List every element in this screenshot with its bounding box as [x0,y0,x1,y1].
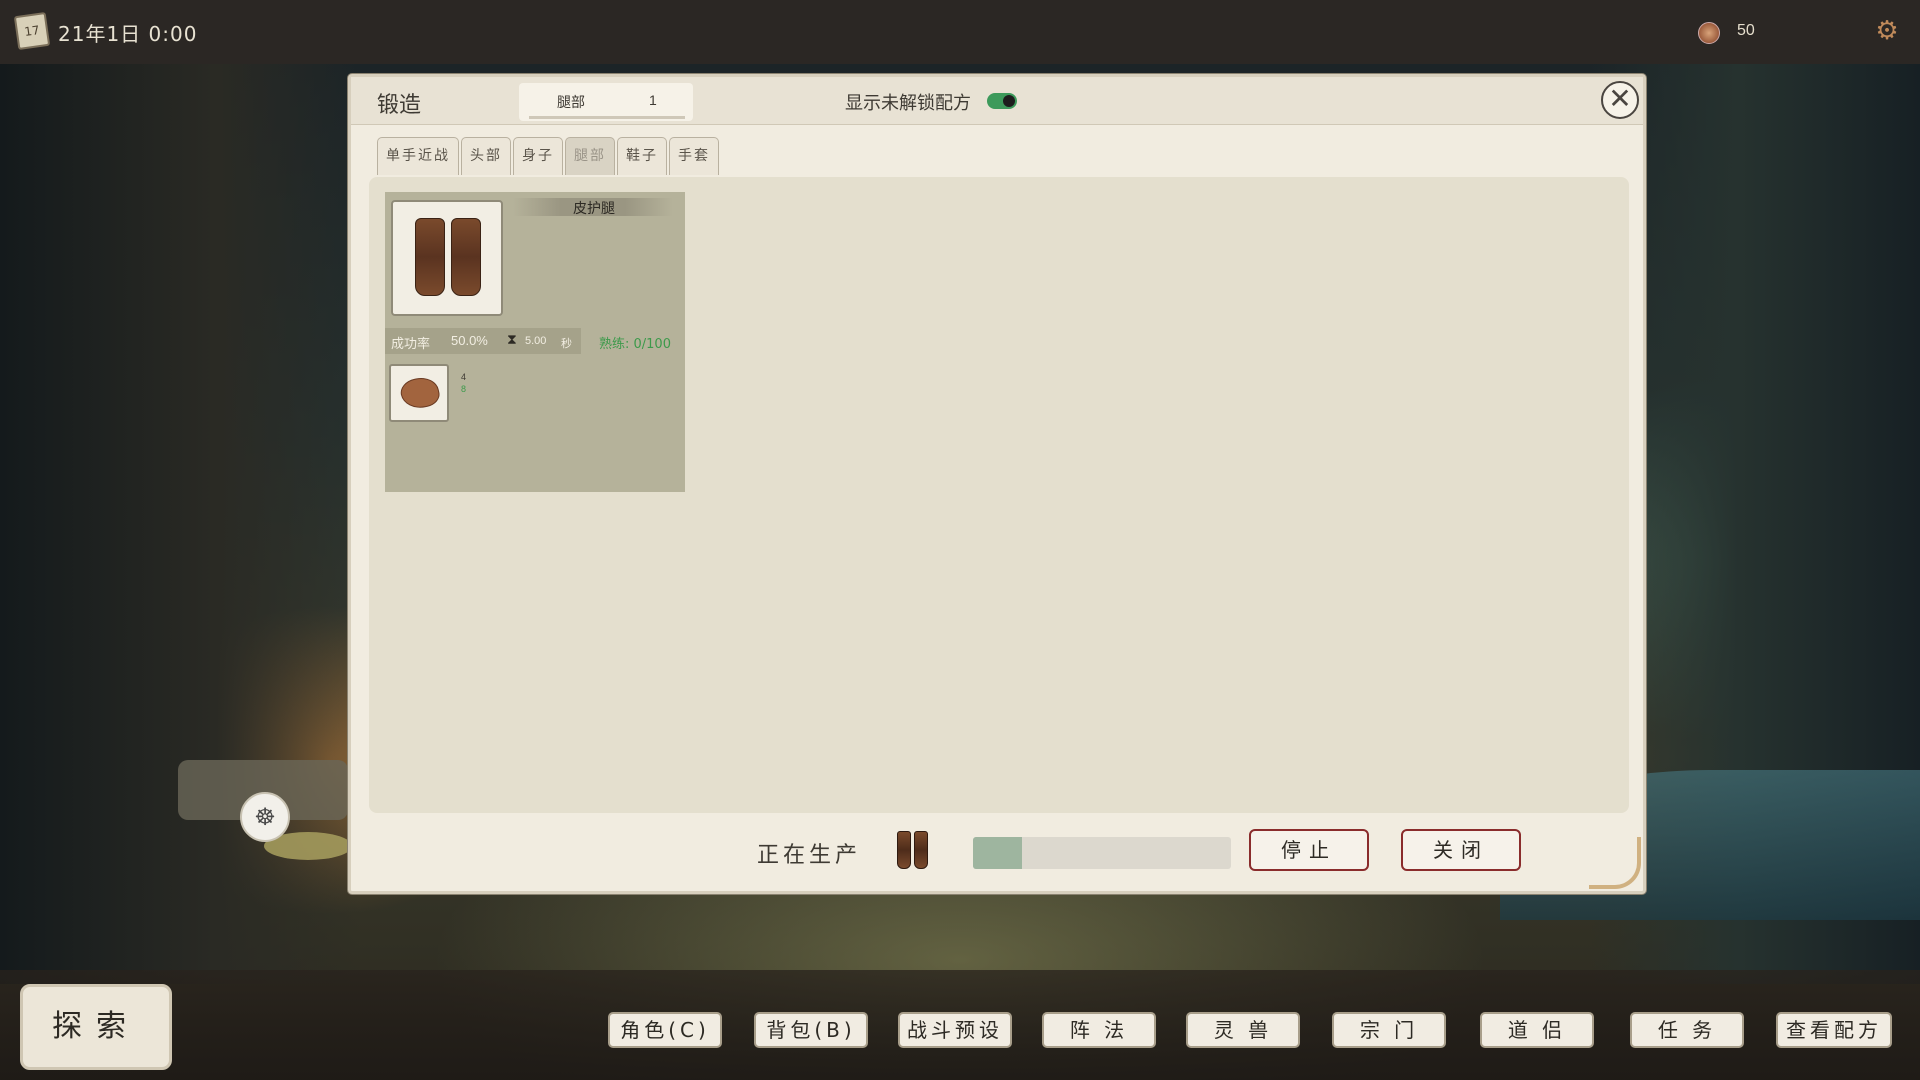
success-rate-label: 成功率 [391,337,431,352]
show-locked-label: 显示未解锁配方 [845,93,971,114]
recipe-card[interactable]: 皮护腿 成功率 50.0% ⧗ 5.00 秒 熟练: 0/100 4 8 [385,192,685,492]
character-button[interactable]: 角色(C) [608,1012,722,1048]
success-rate-value: 50.0% [451,333,488,348]
leather-greaves-icon [413,218,485,298]
forging-dialog: 锻造 腿部 1 显示未解锁配方 ✕ 单手近战 头部 身子 腿部 鞋子 手套 皮护… [348,74,1646,894]
material-owned: 8 [461,384,467,394]
filter-label: 腿部 [557,95,585,111]
tab-shoes[interactable]: 鞋子 [617,137,667,175]
filter-underline [529,116,685,119]
meditate-icon[interactable]: ☸ [240,792,290,842]
leather-material-icon [398,374,442,412]
sect-button[interactable]: 宗 门 [1332,1012,1446,1048]
dialog-header: 锻造 腿部 1 显示未解锁配方 ✕ [351,77,1643,125]
recipe-name: 皮护腿 [573,201,615,217]
craft-time-unit: 秒 [561,337,572,350]
battle-preset-button[interactable]: 战斗预设 [898,1012,1012,1048]
game-date-time: 21年1日 0:00 [58,22,198,46]
production-progress-bar [973,837,1231,869]
item-slot[interactable] [391,200,503,316]
show-locked-toggle[interactable] [987,93,1017,109]
category-filter[interactable]: 腿部 1 [519,83,693,121]
filter-count: 1 [649,92,657,108]
tab-body[interactable]: 身子 [513,137,563,175]
close-button[interactable]: 关闭 [1401,829,1521,871]
currency-icon [1698,22,1720,44]
progress-fill [973,837,1023,869]
recipe-stats: 成功率 50.0% ⧗ 5.00 秒 [385,328,581,354]
craft-time-value: 5.00 [525,335,547,347]
tab-gloves[interactable]: 手套 [669,137,719,175]
tab-head[interactable]: 头部 [461,137,511,175]
calendar-icon[interactable]: 17 [13,11,51,51]
quest-button[interactable]: 任 务 [1630,1012,1744,1048]
stop-button[interactable]: 停止 [1249,829,1369,871]
material-required: 4 [461,372,467,382]
category-tabs: 单手近战 头部 身子 腿部 鞋子 手套 [377,137,719,175]
producing-label: 正在生产 [757,843,862,868]
producing-greaves-icon [897,831,929,869]
inventory-button[interactable]: 背包(B) [754,1012,868,1048]
currency-value: 50 [1737,22,1755,39]
top-bar: 17 21年1日 0:00 50 ⚙ [0,0,1920,64]
settings-gear-icon[interactable]: ⚙ [1874,18,1900,44]
view-recipes-button[interactable]: 查看配方 [1776,1012,1892,1048]
explore-button[interactable]: 探索 [20,984,172,1070]
dao-companion-button[interactable]: 道 侣 [1480,1012,1594,1048]
mastery-progress: 熟练: 0/100 [599,337,671,352]
corner-ornament [1589,837,1641,889]
recipe-list: 皮护腿 成功率 50.0% ⧗ 5.00 秒 熟练: 0/100 4 8 [369,177,1629,813]
formation-button[interactable]: 阵 法 [1042,1012,1156,1048]
hourglass-icon: ⧗ [507,332,517,348]
material-slot[interactable] [389,364,449,422]
spirit-beast-button[interactable]: 灵 兽 [1186,1012,1300,1048]
toggle-knob [1003,95,1015,107]
close-icon[interactable]: ✕ [1601,81,1639,119]
dialog-title: 锻造 [377,93,422,118]
tab-legs[interactable]: 腿部 [565,137,615,175]
tab-one-hand-melee[interactable]: 单手近战 [377,137,459,175]
